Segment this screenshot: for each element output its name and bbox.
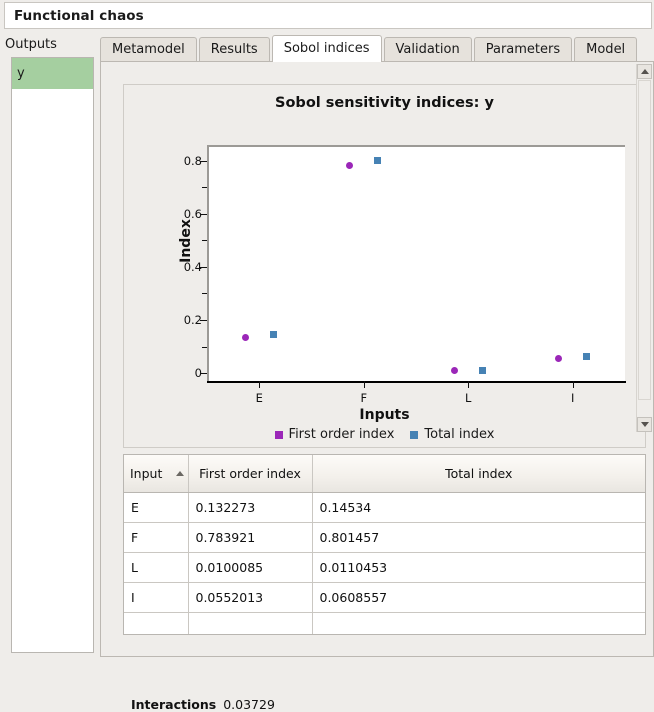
sobol-indices-panel: Sobol sensitivity indices: y Index 0 0.2 0…	[100, 61, 654, 657]
cell-input: E	[124, 492, 188, 522]
x-tick	[364, 381, 365, 388]
table-header-row: Input First order index Total index	[124, 455, 645, 492]
cell-first-order: 0.0100085	[188, 552, 312, 582]
interactions-summary: Interactions 0.03729	[131, 697, 275, 712]
table-row[interactable]: E0.1322730.14534	[124, 492, 645, 522]
tab-bar: Metamodel Results Sobol indices Validati…	[100, 35, 654, 62]
data-point-total-index-f	[374, 157, 381, 164]
x-tick	[573, 381, 574, 388]
cell-total: 0.14534	[312, 492, 645, 522]
column-header-first-order[interactable]: First order index	[188, 455, 312, 492]
y-tick-major	[200, 214, 207, 215]
scroll-down-icon[interactable]	[637, 417, 652, 432]
table-filler-row	[124, 612, 645, 634]
cell-input: F	[124, 522, 188, 552]
cell-first-order: 0.0552013	[188, 582, 312, 612]
sidebar-title: Outputs	[0, 33, 96, 54]
tab-validation[interactable]: Validation	[384, 37, 472, 62]
x-tick-label: L	[448, 391, 488, 405]
data-point-first-order-index-l	[451, 367, 458, 374]
interactions-label: Interactions	[131, 697, 216, 712]
y-tick-label: 0.4	[168, 260, 202, 274]
y-tick-major	[200, 161, 207, 162]
data-point-first-order-index-f	[346, 162, 353, 169]
table-row[interactable]: L0.01000850.0110453	[124, 552, 645, 582]
scrollbar-thumb[interactable]	[638, 80, 651, 400]
column-header-total[interactable]: Total index	[312, 455, 645, 492]
chart-legend: First order index Total index	[124, 427, 645, 442]
y-tick-minor	[202, 240, 207, 241]
table-body: E0.1322730.14534F0.7839210.801457L0.0100…	[124, 492, 645, 634]
y-tick-minor	[202, 187, 207, 188]
table-filler-cell	[188, 612, 312, 634]
page-title: Functional chaos	[5, 8, 144, 24]
interactions-value: 0.03729	[223, 697, 275, 712]
cell-input: I	[124, 582, 188, 612]
y-axis-label: Index	[178, 181, 194, 301]
table-filler-cell	[124, 612, 188, 634]
y-tick-label: 0	[168, 366, 202, 380]
x-axis-line	[207, 381, 626, 383]
outputs-sidebar: Outputs y	[0, 33, 96, 657]
chart-vertical-scrollbar[interactable]	[636, 64, 651, 432]
sort-ascending-icon	[176, 471, 184, 476]
plot-area	[207, 145, 625, 381]
outputs-list[interactable]: y	[11, 57, 94, 653]
y-tick-major	[200, 320, 207, 321]
x-tick-label: F	[344, 391, 384, 405]
total-index-swatch	[410, 431, 418, 439]
column-header-input-label: Input	[130, 466, 162, 481]
x-tick-label: I	[553, 391, 593, 405]
cell-total: 0.801457	[312, 522, 645, 552]
tab-metamodel[interactable]: Metamodel	[100, 37, 197, 62]
table-row[interactable]: I0.05520130.0608557	[124, 582, 645, 612]
data-point-total-index-e	[270, 331, 277, 338]
y-tick-label: 0.8	[168, 154, 202, 168]
tab-model[interactable]: Model	[574, 37, 637, 62]
x-tick-label: E	[239, 391, 279, 405]
legend-entry-first-order: First order index	[275, 427, 395, 442]
x-tick	[259, 381, 260, 388]
data-point-total-index-i	[583, 353, 590, 360]
y-tick-minor	[202, 293, 207, 294]
first-order-swatch	[275, 431, 283, 439]
cell-input: L	[124, 552, 188, 582]
data-point-total-index-l	[479, 367, 486, 374]
sidebar-item-y[interactable]: y	[12, 58, 93, 89]
table-row[interactable]: F0.7839210.801457	[124, 522, 645, 552]
tab-results[interactable]: Results	[199, 37, 270, 62]
y-tick-major	[200, 267, 207, 268]
cell-first-order: 0.132273	[188, 492, 312, 522]
cell-total: 0.0608557	[312, 582, 645, 612]
window-title-bar: Functional chaos	[4, 2, 652, 29]
tab-sobol-indices[interactable]: Sobol indices	[272, 35, 382, 62]
legend-entry-total: Total index	[410, 427, 494, 442]
y-tick-major	[200, 373, 207, 374]
x-axis-label: Inputs	[124, 407, 645, 423]
legend-label-total: Total index	[424, 427, 494, 442]
x-tick	[468, 381, 469, 388]
sobol-indices-table: Input First order index Total index E0.1…	[123, 454, 646, 635]
chart-title: Sobol sensitivity indices: y	[124, 95, 645, 111]
scroll-up-icon[interactable]	[637, 64, 652, 79]
cell-total: 0.0110453	[312, 552, 645, 582]
cell-first-order: 0.783921	[188, 522, 312, 552]
y-tick-label: 0.6	[168, 207, 202, 221]
sobol-chart: Sobol sensitivity indices: y Index 0 0.2 0…	[123, 84, 646, 448]
tab-parameters[interactable]: Parameters	[474, 37, 572, 62]
table-filler-cell	[312, 612, 645, 634]
y-axis: Index 0 0.2 0.4 0.6 0.8	[162, 85, 202, 449]
column-header-input[interactable]: Input	[124, 455, 188, 492]
legend-label-first-order: First order index	[289, 427, 395, 442]
y-tick-minor	[202, 347, 207, 348]
y-tick-label: 0.2	[168, 313, 202, 327]
